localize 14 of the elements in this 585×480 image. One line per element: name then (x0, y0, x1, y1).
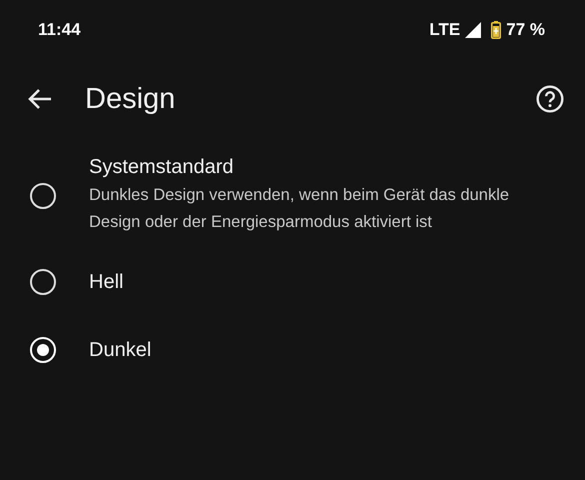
help-icon[interactable] (536, 85, 564, 113)
network-label: LTE (429, 20, 460, 40)
radio-button[interactable] (30, 269, 56, 295)
option-description: Dunkles Design verwenden, wenn beim Gerät das dunkle Design oder der Energiesparmodus aktiviert ist (89, 185, 510, 233)
option-label[interactable]: Hell (89, 270, 559, 294)
page-title: Design (85, 82, 176, 116)
option-label[interactable]: Dunkel (89, 338, 559, 362)
status-time: 11:44 (38, 20, 81, 40)
option-label[interactable]: Systemstandard (89, 156, 559, 179)
signal-icon (465, 22, 482, 38)
battery-charging-icon (491, 21, 502, 39)
radio-button[interactable] (30, 183, 56, 209)
back-arrow-icon[interactable] (27, 88, 53, 110)
battery-percentage: 77 % (506, 20, 545, 40)
